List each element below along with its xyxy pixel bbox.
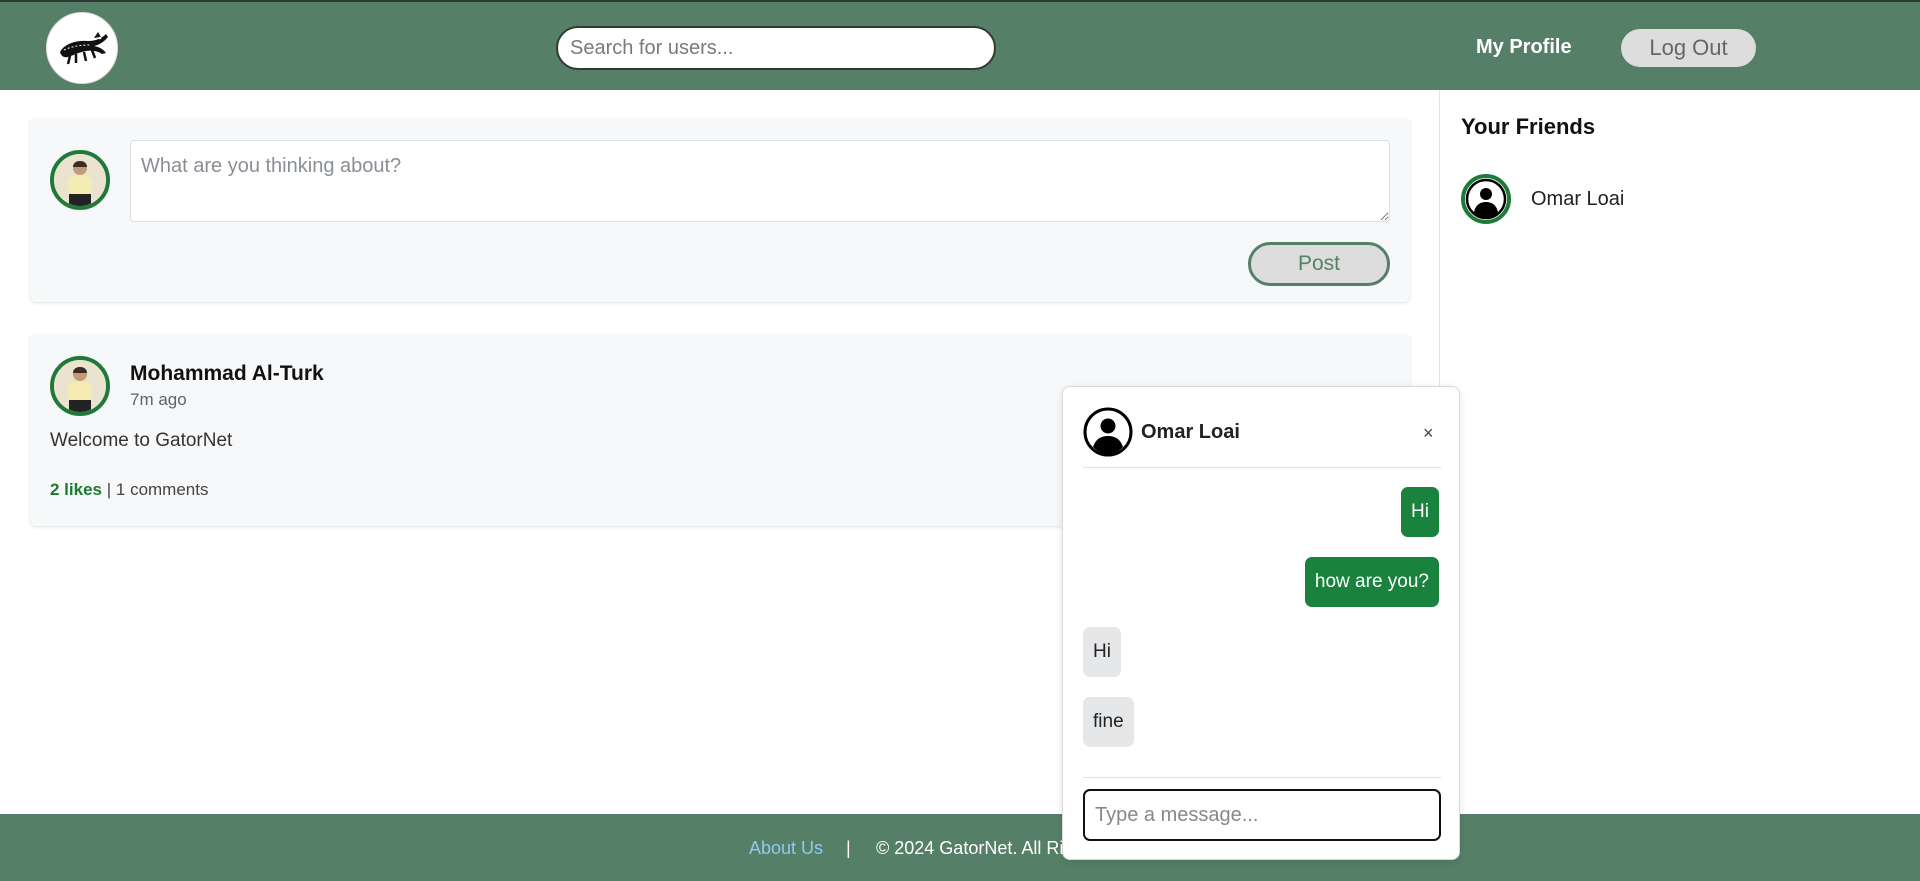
chat-message-received: fine	[1083, 697, 1134, 747]
top-navbar: My Profile Log Out	[0, 0, 1920, 90]
copyright-text: © 2024 GatorNet. All Rig	[876, 838, 1074, 858]
default-user-icon	[1461, 174, 1511, 224]
user-search-input[interactable]	[556, 26, 996, 70]
chat-message-sent: how are you?	[1304, 557, 1439, 607]
chat-window: Omar Loai × Hi how are you? Hi fine	[1062, 386, 1460, 860]
chat-message-received: Hi	[1083, 627, 1121, 677]
post-timestamp: 7m ago	[130, 390, 187, 409]
post-button[interactable]: Post	[1248, 242, 1390, 286]
chat-header-divider	[1083, 467, 1441, 468]
chat-message-sent: Hi	[1401, 487, 1439, 537]
chat-input-divider	[1083, 777, 1441, 778]
footer: About Us | © 2024 GatorNet. All Rig	[0, 814, 1920, 881]
stats-separator: |	[106, 480, 112, 499]
post-textarea[interactable]	[130, 140, 1390, 222]
author-avatar[interactable]	[50, 356, 110, 416]
default-user-icon	[1083, 407, 1133, 457]
comments-count[interactable]: 1 comments	[116, 480, 209, 499]
post-author[interactable]: Mohammad Al-Turk	[130, 362, 324, 386]
logout-button[interactable]: Log Out	[1621, 29, 1756, 67]
footer-separator: |	[846, 838, 851, 858]
friend-name: Omar Loai	[1531, 188, 1625, 210]
chat-message-input[interactable]	[1083, 789, 1441, 841]
user-avatar	[50, 150, 110, 210]
close-icon[interactable]: ×	[1423, 423, 1434, 444]
chat-contact-name: Omar Loai	[1141, 421, 1240, 443]
gator-logo-icon[interactable]	[46, 12, 118, 84]
friends-title: Your Friends	[1461, 114, 1596, 139]
about-us-link[interactable]: About Us	[749, 838, 823, 859]
post-stats: 2 likes | 1 comments	[50, 480, 208, 500]
my-profile-link[interactable]: My Profile	[1476, 36, 1572, 59]
likes-count[interactable]: 2 likes	[50, 480, 102, 499]
friend-item[interactable]: Omar Loai	[1461, 174, 1761, 226]
post-content: Welcome to GatorNet	[50, 430, 233, 451]
post-composer: Post	[30, 118, 1410, 302]
